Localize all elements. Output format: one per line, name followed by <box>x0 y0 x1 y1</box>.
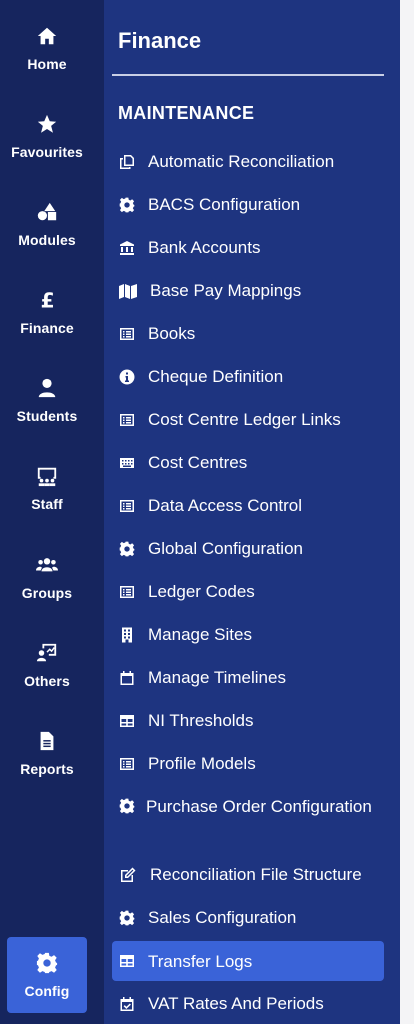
rail-item-label: Groups <box>21 585 73 601</box>
menu-item-label: Base Pay Mappings <box>150 281 302 300</box>
list-icon <box>118 755 136 773</box>
menu-item-label: NI Thresholds <box>148 711 254 730</box>
menu-item-transfer-logs[interactable]: Transfer Logs <box>112 941 384 981</box>
menu-item-label: Books <box>148 324 196 343</box>
pound-icon: £ <box>35 288 59 312</box>
menu-item-label: Cost Centre Ledger Links <box>148 410 341 429</box>
menu-item-manage-timelines[interactable]: Manage Timelines <box>112 665 384 690</box>
menu-item-label: Data Access Control <box>148 496 303 515</box>
rail-item-label: Favourites <box>11 144 83 160</box>
rail-item-label: Students <box>16 408 78 424</box>
menu-item-base-pay-mappings[interactable]: Base Pay Mappings <box>112 278 384 303</box>
list-icon <box>118 497 136 515</box>
menu-item-label: Ledger Codes <box>148 582 255 601</box>
menu-item-bacs-configuration[interactable]: BACS Configuration <box>112 192 384 217</box>
rail-item-favourites[interactable]: Favourites <box>0 98 94 174</box>
menu-item-automatic-reconciliation[interactable]: Automatic Reconciliation <box>112 149 384 174</box>
menu-item-reconciliation-file-structure[interactable]: Reconciliation File Structure <box>112 862 384 887</box>
menu-item-ni-thresholds[interactable]: NI Thresholds <box>112 708 384 733</box>
scroll-gutter <box>400 0 414 1024</box>
rail-item-reports[interactable]: Reports <box>0 715 94 791</box>
shapes-icon <box>35 200 59 224</box>
user-icon <box>35 376 59 400</box>
menu-item-global-configuration[interactable]: Global Configuration <box>112 536 384 561</box>
file-icon <box>35 729 59 753</box>
map-icon <box>118 282 138 300</box>
chart-user-icon <box>35 641 59 665</box>
menu-item-label: Bank Accounts <box>148 238 261 257</box>
rail-item-others[interactable]: Others <box>0 627 94 703</box>
menu-item-label: Manage Timelines <box>148 668 286 687</box>
menu-item-manage-sites[interactable]: Manage Sites <box>112 622 384 647</box>
menu-item-label: Cheque Definition <box>148 367 284 386</box>
rail-item-label: Home <box>27 56 67 72</box>
menu-item-profile-models[interactable]: Profile Models <box>112 751 384 776</box>
list-icon <box>118 583 136 601</box>
rail-item-finance[interactable]: £ Finance <box>0 274 94 350</box>
section-title: MAINTENANCE <box>118 103 255 123</box>
menu-item-label: Automatic Reconciliation <box>148 152 335 171</box>
list-icon <box>118 411 136 429</box>
rail-item-label: Finance <box>20 320 74 336</box>
gear-icon <box>118 196 136 214</box>
menu-item-label: Reconciliation File Structure <box>150 865 362 884</box>
menu-item-label: Cost Centres <box>148 453 248 472</box>
users-icon <box>35 553 59 577</box>
rail-item-staff[interactable]: Staff <box>0 450 94 526</box>
menu-item-label: Global Configuration <box>148 539 303 558</box>
edit-icon <box>118 866 138 884</box>
menu-item-data-access-control[interactable]: Data Access Control <box>112 493 384 518</box>
menu-item-ledger-codes[interactable]: Ledger Codes <box>112 579 384 604</box>
gear-icon <box>118 540 136 558</box>
copy-icon <box>118 153 136 171</box>
rail-item-modules[interactable]: Modules <box>0 186 94 262</box>
menu-item-label: VAT Rates And Periods <box>148 994 324 1013</box>
building-icon <box>118 626 136 644</box>
menu-item-label: Sales Configuration <box>148 908 297 927</box>
finance-submenu-panel: Finance MAINTENANCE Automatic Reconcilia… <box>104 0 400 1024</box>
rail-item-config[interactable]: Config <box>7 937 87 1013</box>
menu-item-books[interactable]: Books <box>112 321 384 346</box>
rail-item-label: Staff <box>31 496 63 512</box>
menu-item-cost-centres[interactable]: Cost Centres <box>112 450 384 475</box>
calendar-check-icon <box>118 995 136 1013</box>
icon-rail: Home Favourites Modules £ Finance Studen… <box>0 0 104 1024</box>
table-icon <box>118 712 136 730</box>
svg-text:£: £ <box>41 289 55 311</box>
calendar-icon <box>118 669 136 687</box>
gear-icon <box>118 909 136 927</box>
menu-item-label: BACS Configuration <box>148 195 301 214</box>
rail-item-label: Reports <box>20 761 74 777</box>
menu-item-sales-configuration[interactable]: Sales Configuration <box>112 905 384 930</box>
chalkboard-user-icon <box>35 464 59 488</box>
panel-divider <box>112 74 384 76</box>
list-icon <box>118 325 136 343</box>
rail-item-students[interactable]: Students <box>0 362 94 438</box>
menu-item-label: Manage Sites <box>148 625 252 644</box>
menu-item-label: Transfer Logs <box>148 951 253 971</box>
star-icon <box>35 112 59 136</box>
panel-title: Finance <box>118 28 202 53</box>
menu-item-bank-accounts[interactable]: Bank Accounts <box>112 235 384 260</box>
gear-icon <box>35 951 59 975</box>
menu-item-label: Purchase Order Configuration <box>146 797 372 816</box>
table-icon <box>118 952 136 970</box>
menu-item-label: Profile Models <box>148 754 256 773</box>
keyboard-icon <box>118 454 136 472</box>
menu-item-cost-centre-ledger-links[interactable]: Cost Centre Ledger Links <box>112 407 384 432</box>
home-icon <box>35 24 59 48</box>
rail-item-label: Modules <box>18 232 76 248</box>
rail-item-home[interactable]: Home <box>0 10 94 86</box>
menu-item-purchase-order-configuration[interactable]: Purchase Order Configuration <box>112 794 384 846</box>
menu-item-vat-rates-and-periods[interactable]: VAT Rates And Periods <box>112 991 384 1016</box>
bank-icon <box>118 239 136 257</box>
info-icon <box>118 368 136 386</box>
rail-item-groups[interactable]: Groups <box>0 539 94 615</box>
rail-item-label: Config <box>24 983 70 999</box>
gear-icon <box>118 797 136 815</box>
menu-item-cheque-definition[interactable]: Cheque Definition <box>112 364 384 389</box>
rail-item-label: Others <box>24 673 70 689</box>
